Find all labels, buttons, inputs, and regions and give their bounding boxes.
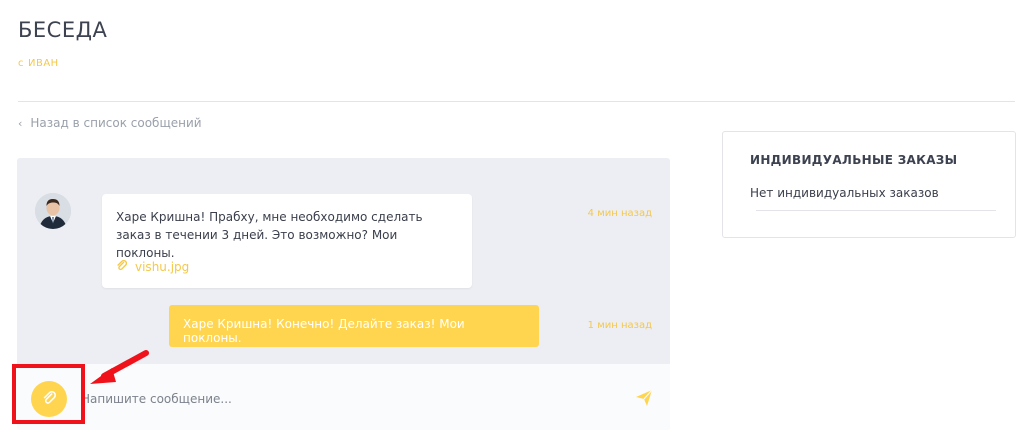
individual-orders-card: ИНДИВИДУАЛЬНЫЕ ЗАКАЗЫ Нет индивидуальных… [722, 131, 1016, 238]
chevron-left-icon: ‹ [18, 116, 23, 130]
paperclip-icon [116, 259, 128, 274]
message-timestamp: 4 мин назад [587, 208, 652, 219]
send-icon [634, 389, 654, 412]
incoming-message: Харе Кришна! Прабху, мне необходимо сдел… [102, 194, 472, 288]
message-text: Харе Кришна! Конечно! Делайте заказ! Мои… [183, 317, 465, 345]
conversation-subtitle: с ИВАН [18, 58, 59, 69]
subtitle-prefix: с [18, 58, 24, 69]
message-input[interactable] [81, 386, 621, 412]
annotation-highlight-box [12, 364, 85, 424]
annotation-arrow-icon [88, 348, 152, 392]
attachment-link[interactable]: vishu.jpg [116, 259, 190, 274]
avatar [35, 193, 71, 229]
empty-state-text: Нет индивидуальных заказов [750, 186, 939, 200]
send-button[interactable] [634, 388, 654, 408]
subtitle-user[interactable]: ИВАН [28, 58, 59, 69]
message-timestamp: 1 мин назад [587, 320, 652, 331]
back-to-messages-link[interactable]: ‹ Назад в список сообщений [18, 116, 202, 130]
card-divider [756, 210, 996, 211]
attachment-filename: vishu.jpg [135, 260, 190, 274]
back-link-label: Назад в список сообщений [30, 116, 202, 130]
card-title: ИНДИВИДУАЛЬНЫЕ ЗАКАЗЫ [750, 153, 958, 167]
header-divider [18, 101, 1015, 102]
page-title: БЕСЕДА [18, 18, 108, 42]
outgoing-message: Харе Кришна! Конечно! Делайте заказ! Мои… [169, 305, 539, 347]
message-text: Харе Кришна! Прабху, мне необходимо сдел… [116, 210, 423, 260]
